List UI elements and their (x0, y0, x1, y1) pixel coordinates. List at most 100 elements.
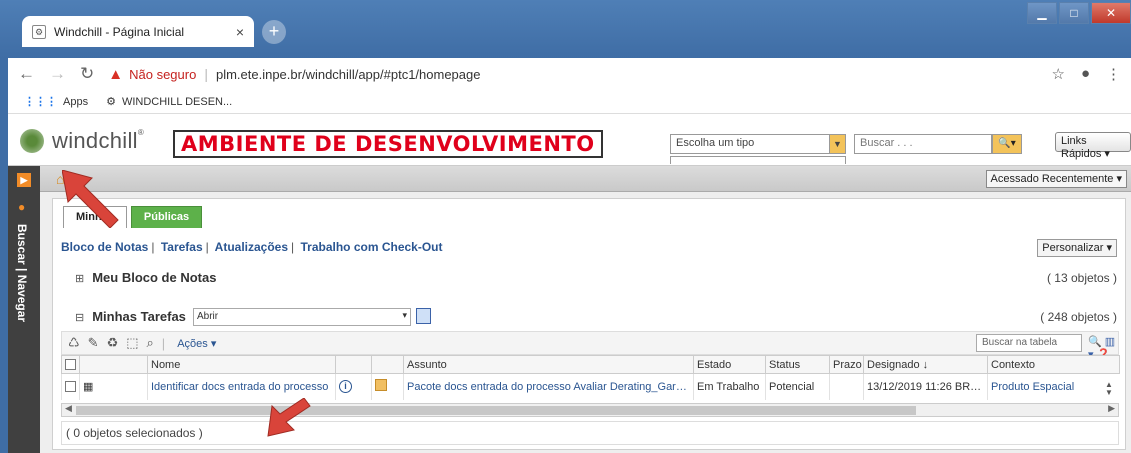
update-task-icon[interactable]: ♻ (107, 335, 119, 351)
vertical-scroll-arrows[interactable]: ▲ ▼ (1105, 381, 1113, 397)
info-icon[interactable]: i (335, 373, 372, 400)
chevron-down-icon: ▾ (402, 310, 407, 320)
task-assigned-date: 13/12/2019 11:26 BRST (863, 373, 988, 400)
collapse-minus-icon[interactable]: ⊟ (75, 312, 84, 324)
url-separator: | (204, 66, 208, 82)
subnav-tarefas[interactable]: Tarefas (161, 240, 203, 254)
selection-footer: ( 0 objetos selecionados ) (61, 421, 1119, 445)
address-bar[interactable]: plm.ete.inpe.br/windchill/app/#ptc1/home… (216, 67, 481, 82)
tasks-section-title[interactable]: ⊟ Minhas Tarefas (75, 309, 186, 324)
minimize-icon[interactable]: ▁ (1027, 2, 1057, 24)
header-type (79, 355, 148, 374)
warning-icon: ▲ (108, 65, 124, 83)
reload-icon[interactable]: ↻ (80, 64, 94, 84)
tasks-grid-toolbar: ♺ ✎ ♻ ⬚ ⌕ | Ações ▾ Buscar na tabela 🔍 ▥… (61, 331, 1119, 361)
browser-tab[interactable]: ⚙ Windchill - Página Inicial × (22, 16, 254, 47)
tasks-table: Nome Assunto Estado Status Prazo Designa… (61, 355, 1120, 400)
subnav-trabalho-check-out[interactable]: Trabalho com Check-Out (300, 240, 442, 254)
tasks-filter-select[interactable]: Abrir ▾ (193, 308, 411, 326)
logo-text: windchill® (52, 128, 145, 153)
table-search-input[interactable]: Buscar na tabela (976, 334, 1082, 352)
profile-icon[interactable]: ● (1081, 65, 1090, 83)
header-estado[interactable]: Estado (693, 355, 766, 374)
header-designado[interactable]: Designado ↓ (863, 355, 988, 374)
bookmark-windchill-desen[interactable]: ⚙ WINDCHILL DESEN... (106, 95, 232, 109)
export-icon[interactable]: ⬚ (126, 335, 138, 351)
window-left-frame (0, 58, 8, 453)
windchill-bookmark-icon: ⚙ (106, 96, 116, 108)
task-deadline (829, 373, 864, 400)
quick-links-button[interactable]: Links Rápidos ▾ (1055, 132, 1131, 160)
task-status: Potencial (765, 373, 830, 400)
toolbar-separator: | (161, 335, 166, 351)
home-panel: Minhas Públicas Bloco de Notas | Tarefas |… (52, 198, 1126, 450)
subnav-bloco-de-notas[interactable]: Bloco de Notas (61, 240, 148, 254)
annotation-arrow-task (267, 398, 311, 437)
subnav-links: Bloco de Notas | Tarefas | Atualizações | T… (61, 240, 443, 254)
select-all-checkbox[interactable] (61, 355, 80, 374)
table-header-row: Nome Assunto Estado Status Prazo Designa… (61, 355, 1120, 374)
reassign-icon[interactable]: ♺ (68, 335, 80, 351)
annotation-arrow-home (62, 170, 119, 228)
notebook-section-title[interactable]: ⊞ Meu Bloco de Notas (75, 270, 216, 285)
search-input[interactable]: Buscar . . . (854, 134, 992, 154)
task-state: Em Trabalho (693, 373, 766, 400)
search-button[interactable]: 🔍▾ (992, 134, 1022, 154)
table-row[interactable]: ▦ Identificar docs entrada do processo i… (61, 373, 1120, 400)
search-icon[interactable]: ⌕ (147, 335, 154, 351)
header-prazo[interactable]: Prazo (829, 355, 864, 374)
task-type-icon: ▦ (79, 373, 148, 400)
tasks-count: ( 248 objetos ) (1040, 310, 1117, 324)
maximize-icon[interactable]: □ (1059, 2, 1089, 24)
navigator-sidebar: ▶ ● Buscar | Navegar (8, 166, 40, 453)
chevron-down-icon[interactable]: ▼ (829, 135, 845, 153)
apps-grid-icon[interactable]: ⋮⋮⋮ (24, 95, 57, 108)
header-nome[interactable]: Nome (147, 355, 336, 374)
tab-title: Windchill - Página Inicial (54, 24, 185, 39)
content-header-bar: ⌂ Acessado Recentemente ▾ (40, 166, 1131, 192)
navigator-vertical-label[interactable]: Buscar | Navegar (15, 224, 29, 322)
header-assunto[interactable]: Assunto (403, 355, 694, 374)
save-view-icon[interactable] (416, 308, 431, 324)
personalize-button[interactable]: Personalizar ▾ (1037, 239, 1117, 257)
back-arrow-icon[interactable]: ← (18, 64, 35, 84)
windchill-logo[interactable]: windchill® (20, 128, 144, 154)
actions-menu[interactable]: Ações ▾ (177, 337, 216, 350)
subnav-atualizacoes[interactable]: Atualizações (215, 240, 288, 254)
browser-toolbar: ← → ↻ ▲ Não seguro | plm.ete.inpe.br/win… (8, 58, 1131, 90)
tab-publicas[interactable]: Públicas (130, 206, 203, 228)
horizontal-scrollbar[interactable]: ◀ ▶ (61, 403, 1119, 417)
forward-arrow-icon[interactable]: → (49, 64, 66, 84)
environment-banner: AMBIENTE DE DESENVOLVIMENTO (173, 130, 603, 158)
package-icon (371, 373, 404, 400)
browser-titlebar: ⚙ Windchill - Página Inicial × + ▁ □ ✕ (0, 0, 1131, 58)
type-select-shadow (670, 156, 846, 164)
pin-icon[interactable]: ● (18, 200, 25, 214)
expand-plus-icon[interactable]: ⊞ (75, 273, 84, 285)
security-warning-text: Não seguro (129, 66, 197, 82)
apps-bookmark[interactable]: Apps (63, 96, 88, 108)
bookmarks-bar: ⋮⋮⋮ Apps ⚙ WINDCHILL DESEN... (8, 90, 1131, 114)
recently-accessed-button[interactable]: Acessado Recentemente ▾ (985, 170, 1127, 188)
header-contexto[interactable]: Contexto (987, 355, 1120, 374)
menu-kebab-icon[interactable]: ⋮ (1106, 65, 1121, 83)
new-tab-button[interactable]: + (262, 20, 286, 44)
expand-navigator-icon[interactable]: ▶ (17, 173, 31, 187)
security-indicator[interactable]: ▲ Não seguro (108, 66, 196, 83)
scroll-thumb[interactable] (76, 406, 916, 415)
windchill-header: windchill® AMBIENTE DE DESENVOLVIMENTO E… (8, 114, 1131, 166)
type-select[interactable]: Escolha um tipo ▼ (670, 134, 846, 154)
scroll-right-icon[interactable]: ▶ (1108, 403, 1115, 414)
task-name-link[interactable]: Identificar docs entrada do processo (147, 373, 336, 400)
task-context-link[interactable]: Produto Espacial (987, 373, 1120, 400)
header-info (335, 355, 372, 374)
complete-task-icon[interactable]: ✎ (88, 335, 99, 351)
header-status[interactable]: Status (765, 355, 830, 374)
window-close-icon[interactable]: ✕ (1091, 2, 1131, 24)
notebook-count: ( 13 objetos ) (1046, 271, 1117, 285)
row-checkbox[interactable] (61, 373, 80, 400)
close-tab-icon[interactable]: × (236, 24, 244, 40)
scroll-left-icon[interactable]: ◀ (65, 403, 72, 414)
bookmark-star-icon[interactable]: ☆ (1051, 65, 1064, 83)
task-subject-link[interactable]: Pacote docs entrada do processo Avaliar … (403, 373, 694, 400)
